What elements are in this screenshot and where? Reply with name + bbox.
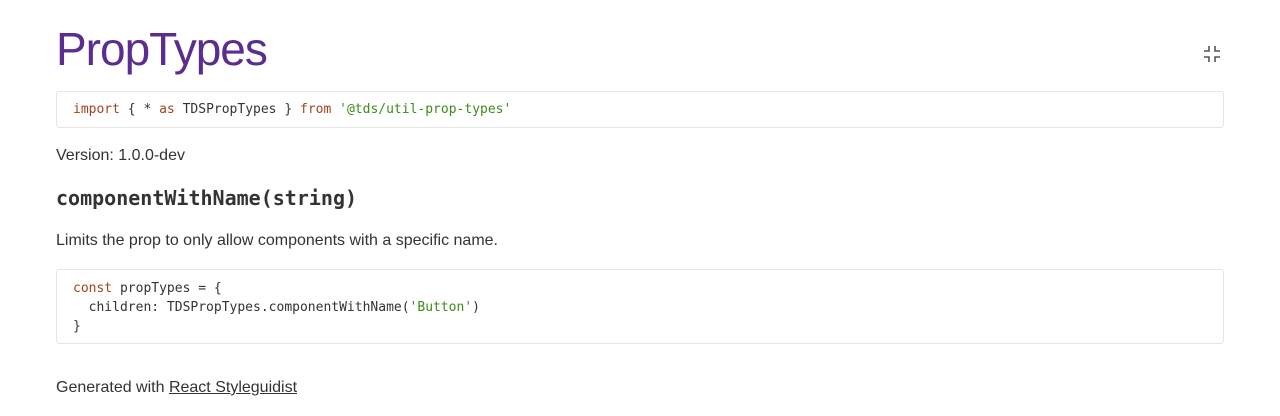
import-code-block: import { * as TDSPropTypes } from '@tds/… [56, 91, 1224, 128]
version-text: Version: 1.0.0-dev [56, 147, 185, 164]
styleguidist-link[interactable]: React Styleguidist [169, 379, 297, 396]
code-keyword-from: from [300, 102, 332, 117]
code-string-module: '@tds/util-prop-types' [339, 102, 512, 117]
code-text: ) [472, 300, 480, 315]
code-keyword-const: const [73, 281, 113, 296]
footer-prefix: Generated with [56, 379, 169, 396]
code-text: propTypes = { [112, 281, 222, 296]
code-line: children: TDSPropTypes.componentWithName… [73, 298, 1207, 317]
example-code-block: const propTypes = { children: TDSPropTyp… [56, 269, 1224, 344]
code-keyword-import: import [73, 102, 120, 117]
method-signature: componentWithName(string) [56, 186, 358, 210]
page-title: PropTypes [56, 23, 268, 75]
code-text: TDSPropTypes } [174, 102, 300, 117]
code-line: const propTypes = { [73, 279, 1207, 298]
page-footer: Generated with React Styleguidist [56, 379, 297, 397]
collapse-icon[interactable] [1202, 44, 1222, 64]
code-string-button: 'Button' [409, 300, 473, 315]
styleguide-page: PropTypes import { * as TDSPropTypes } f… [0, 0, 1280, 416]
section-header: PropTypes [56, 0, 1224, 90]
code-line: } [73, 317, 1207, 336]
code-text: } [73, 319, 81, 334]
code-keyword-as: as [159, 102, 175, 117]
method-description: Limits the prop to only allow components… [56, 232, 498, 249]
code-text: { * [119, 102, 160, 117]
code-text: children: TDSPropTypes.componentWithName… [73, 300, 410, 315]
